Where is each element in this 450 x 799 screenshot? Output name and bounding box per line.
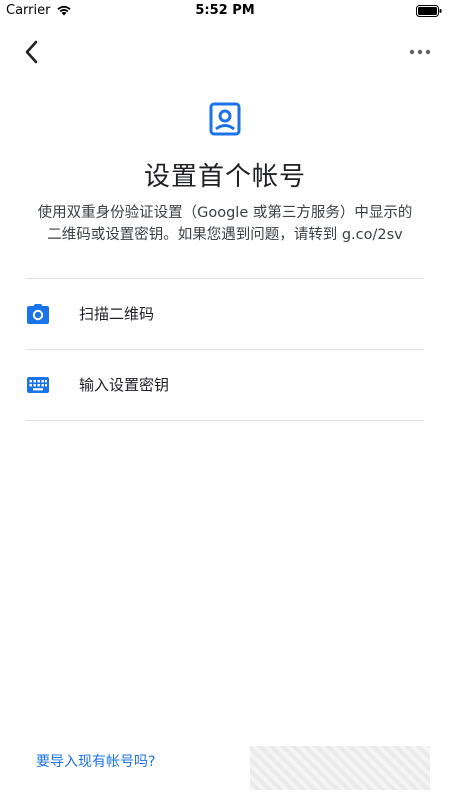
status-bar: Carrier 5:52 PM: [0, 0, 450, 24]
battery-icon: [416, 5, 442, 17]
scan-qr-option[interactable]: 扫描二维码: [26, 279, 424, 349]
enter-setup-key-option[interactable]: 输入设置密钥: [26, 350, 424, 420]
camera-icon: [27, 304, 49, 324]
scan-qr-label: 扫描二维码: [79, 305, 155, 323]
enter-setup-key-label: 输入设置密钥: [79, 376, 170, 394]
import-existing-accounts-link[interactable]: 要导入现有帐号吗?: [36, 751, 155, 771]
back-button[interactable]: [20, 38, 44, 66]
status-time: 5:52 PM: [195, 3, 255, 18]
more-horizontal-icon: [409, 49, 431, 55]
divider: [26, 420, 424, 421]
description-line-2: 二维码或设置密钥。如果您遇到问题，请转到 g.co/2sv: [47, 227, 403, 243]
watermark-image: [250, 746, 430, 790]
description-line-1: 使用双重身份验证设置（Google 或第三方服务）中显示的: [37, 205, 413, 221]
more-options-button[interactable]: [408, 42, 432, 62]
page-title: 设置首个帐号: [143, 162, 306, 192]
chevron-left-icon: [25, 40, 38, 64]
page-description: 使用双重身份验证设置（Google 或第三方服务）中显示的 二维码或设置密钥。如…: [20, 202, 430, 246]
account-box-icon: [209, 102, 241, 136]
keyboard-icon: [27, 377, 49, 393]
